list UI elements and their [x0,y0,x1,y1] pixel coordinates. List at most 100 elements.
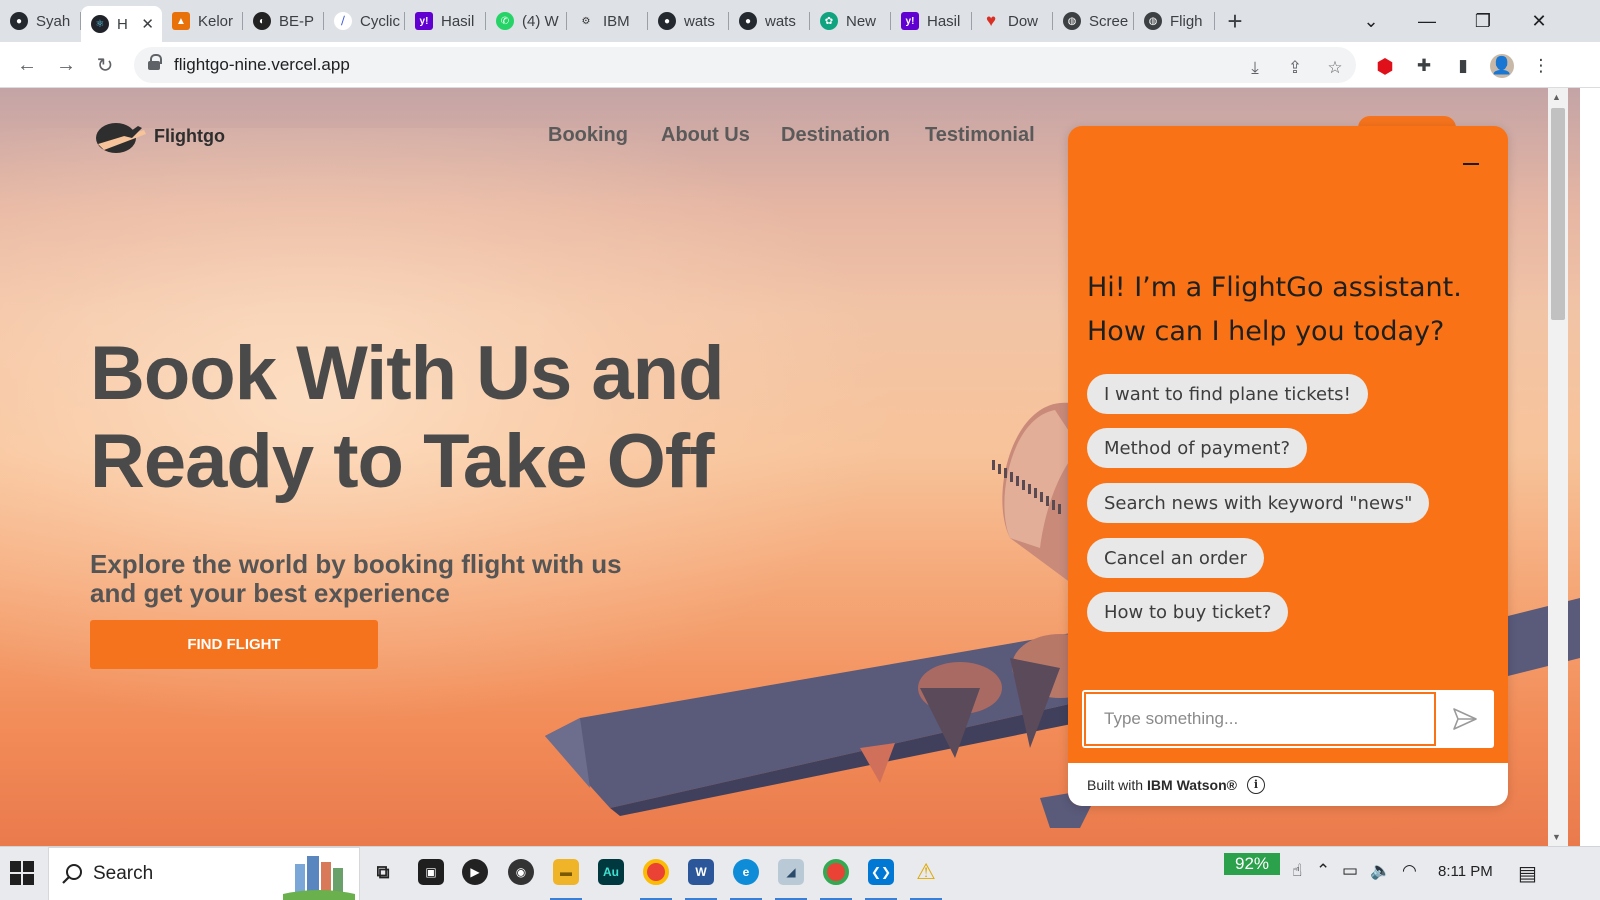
hero-subtitle: Explore the world by booking flight with… [90,549,622,608]
browser-tab[interactable]: ● wats [729,0,810,42]
back-arrow-icon[interactable]: ← [12,50,42,80]
vscode-icon[interactable]: ❮❯ [868,859,894,885]
show-hidden-icons-chevron[interactable]: ⌃ [1316,861,1330,881]
browser-tab[interactable]: y! Hasil [891,0,972,42]
app-icon[interactable]: ◢ [778,859,804,885]
chat-footer: Built with IBM Watson® i [1068,763,1508,806]
suggestion-chip[interactable]: Cancel an order [1087,538,1264,578]
browser-tab[interactable]: ▲ Kelor [162,0,243,42]
app-icon: ▲ [172,12,190,30]
plane-logo-icon [96,123,146,153]
browser-tab[interactable]: ♥ Dow [972,0,1053,42]
chat-message-input[interactable] [1084,692,1436,746]
word-icon[interactable]: W [688,859,714,885]
flightgo-logo[interactable]: Flightgo [94,116,225,156]
browser-tab[interactable]: ⧸ Cyclic [324,0,405,42]
side-panel-icon[interactable]: ▮ [1451,54,1475,78]
nav-testimonial-link[interactable]: Testimonial [925,124,1035,147]
windows-taskbar: Search ⧉ ▣ ▶ ◉ ▬ Au W e ◢ ❮❯ ⚠ 92% ☝ ⌃ ▭… [0,846,1600,900]
volume-icon[interactable]: 🔈 [1370,861,1391,881]
browser-tab[interactable]: ◐ BE-P [243,0,324,42]
browser-tab[interactable]: ⚙ IBM [567,0,648,42]
find-flight-button[interactable]: FIND FLIGHT [90,620,378,669]
minimize-button[interactable]: — [1402,0,1452,42]
scrollbar-thumb[interactable] [1551,108,1565,320]
adblock-extension-icon[interactable]: ⬢ [1373,54,1397,78]
browser-tab[interactable]: ✆ (4) W [486,0,567,42]
new-tab-button[interactable]: + [1215,0,1255,42]
openai-icon: ✿ [820,12,838,30]
battery-percent-badge[interactable]: 92% [1224,853,1280,875]
edge-icon[interactable]: e [733,859,759,885]
reload-icon[interactable]: ↻ [90,50,120,80]
info-icon[interactable]: i [1246,775,1265,794]
chat-input-area [1082,690,1494,748]
globe-icon: ◍ [1144,12,1162,30]
browser-tab[interactable]: ● Syah [0,0,81,42]
heart-icon: ♥ [985,11,997,30]
chrome-icon[interactable] [643,859,669,885]
browser-tab[interactable]: ✿ New [810,0,891,42]
app-icon: ⚙ [577,12,595,30]
browser-tab[interactable]: y! Hasil [405,0,486,42]
touch-icon[interactable]: ☝ [1292,861,1302,881]
browser-tab[interactable]: ◍ Scree [1053,0,1134,42]
yahoo-icon: y! [415,12,433,30]
taskbar-search-label: Search [93,863,154,884]
share-icon[interactable]: ⇪ [1284,57,1306,79]
restore-button[interactable]: ❐ [1458,0,1508,42]
footer-prefix: Built with [1087,776,1144,793]
bookmark-star-icon[interactable]: ☆ [1324,57,1346,79]
obs-icon[interactable]: ◉ [508,859,534,885]
logo-text: Flightgo [154,125,225,146]
app-icon[interactable]: ▣ [418,859,444,885]
github-icon: ● [10,12,28,30]
browser-tab[interactable]: ◍ Fligh [1134,0,1215,42]
wifi-icon[interactable]: ◠ [1402,861,1417,881]
app-icon: ⧸ [334,12,352,30]
browser-tab[interactable]: ● wats [648,0,729,42]
globe-icon: ◍ [1063,12,1081,30]
clock[interactable]: 8:11 PM [1438,863,1493,880]
taskbar-search-box[interactable]: Search [48,847,360,900]
yahoo-icon: y! [901,12,919,30]
github-icon: ● [658,12,676,30]
url-text[interactable]: flightgo-nine.vercel.app [174,55,350,75]
file-explorer-icon[interactable]: ▬ [553,859,579,885]
battery-icon[interactable]: ▭ [1342,861,1358,881]
react-icon: ⚛ [91,15,109,33]
search-icon [62,864,82,884]
minimize-chat-button[interactable] [1462,154,1480,174]
media-player-icon[interactable]: ▶ [462,859,488,885]
nav-booking-link[interactable]: Booking [548,124,628,147]
audition-icon[interactable]: Au [598,859,624,885]
page-scrollbar[interactable]: ▲ ▼ [1548,88,1568,846]
install-app-icon[interactable]: ⤓ [1244,57,1266,79]
lock-icon [148,54,162,71]
send-icon[interactable] [1452,707,1478,731]
suggestion-chip[interactable]: Search news with keyword "news" [1087,483,1430,523]
suggestion-chip[interactable]: Method of payment? [1087,428,1308,468]
notification-icon[interactable]: ▤ [1518,861,1537,886]
suggestion-chip[interactable]: I want to find plane tickets! [1087,374,1368,414]
search-highlight-illustration [283,856,355,900]
browser-tab-active[interactable]: ⚛ H ✕ [81,6,162,42]
extensions-puzzle-icon[interactable]: ✚ [1412,54,1436,78]
windows-start-icon[interactable] [10,861,34,885]
close-window-button[interactable]: ✕ [1514,0,1564,42]
app-icon: ◐ [253,12,271,30]
scroll-down-arrow-icon[interactable]: ▼ [1552,832,1561,842]
tab-search-chevron-icon[interactable]: ⌄ [1346,0,1396,42]
forward-arrow-icon[interactable]: → [51,50,81,80]
address-bar[interactable]: flightgo-nine.vercel.app ⤓ ⇪ ☆ [134,47,1356,83]
nav-destination-link[interactable]: Destination [781,124,890,147]
task-view-icon[interactable]: ⧉ [370,859,396,885]
chrome-icon[interactable] [823,859,849,885]
warning-icon[interactable]: ⚠ [913,859,939,885]
menu-kebab-icon[interactable]: ⋮ [1529,54,1553,78]
scroll-up-arrow-icon[interactable]: ▲ [1552,92,1561,102]
tab-close-icon[interactable]: ✕ [141,15,154,33]
profile-avatar[interactable]: 👤 [1490,54,1514,78]
nav-about-us-link[interactable]: About Us [661,124,750,147]
suggestion-chip[interactable]: How to buy ticket? [1087,592,1289,632]
